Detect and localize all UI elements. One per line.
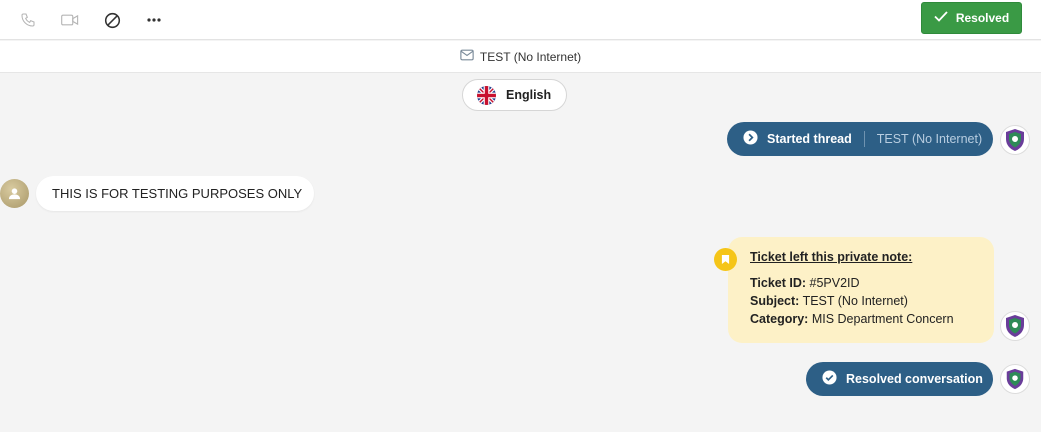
resolved-conversation-event: Resolved conversation — [806, 362, 993, 396]
subject-value: TEST (No Internet) — [802, 294, 908, 308]
customer-avatar — [0, 179, 29, 208]
language-selector[interactable]: English — [462, 79, 567, 111]
check-circle-icon — [822, 370, 837, 388]
language-label: English — [506, 88, 552, 102]
subject-line: Subject: TEST (No Internet) — [750, 292, 994, 310]
resolved-conversation-label: Resolved conversation — [846, 372, 983, 386]
bookmark-icon — [714, 248, 737, 271]
conversation-subject-bar: TEST (No Internet) — [0, 41, 1041, 73]
shield-logo-icon — [1006, 368, 1024, 390]
ticket-id-value: #5PV2ID — [809, 276, 860, 290]
more-options-icon[interactable] — [142, 8, 166, 32]
subject-label: Subject: — [750, 294, 800, 308]
shield-logo-icon — [1006, 315, 1024, 337]
agent-avatar — [1000, 125, 1030, 155]
checkmark-icon — [934, 11, 948, 25]
started-thread-subject: TEST (No Internet) — [876, 132, 983, 146]
person-icon — [8, 188, 21, 200]
shield-logo-icon — [1006, 129, 1024, 151]
customer-message-text: THIS IS FOR TESTING PURPOSES ONLY — [52, 186, 303, 201]
divider — [863, 131, 865, 147]
agent-avatar — [1000, 364, 1030, 394]
started-thread-event: Started thread TEST (No Internet) — [727, 122, 993, 156]
private-note: Ticket left this private note: Ticket ID… — [728, 237, 994, 343]
private-note-title: Ticket left this private note: — [750, 250, 913, 264]
envelope-icon — [460, 49, 474, 64]
customer-message: THIS IS FOR TESTING PURPOSES ONLY — [36, 176, 314, 211]
category-label: Category: — [750, 312, 809, 326]
conversation-subject: TEST (No Internet) — [479, 49, 582, 64]
phone-icon[interactable] — [16, 8, 40, 32]
ticket-id-label: Ticket ID: — [750, 276, 807, 290]
block-icon[interactable] — [100, 8, 124, 32]
ticket-id-line: Ticket ID: #5PV2ID — [750, 274, 994, 292]
arrow-right-circle-icon — [743, 130, 758, 148]
resolved-button-label: Resolved — [955, 11, 1010, 25]
uk-flag-icon — [477, 85, 496, 105]
started-thread-label: Started thread — [767, 132, 852, 146]
conversation-toolbar: Resolved — [0, 0, 1041, 40]
resolved-button[interactable]: Resolved — [921, 2, 1022, 34]
category-value: MIS Department Concern — [811, 312, 954, 326]
category-line: Category: MIS Department Concern — [750, 310, 994, 328]
agent-avatar — [1000, 311, 1030, 341]
video-icon[interactable] — [58, 8, 82, 32]
